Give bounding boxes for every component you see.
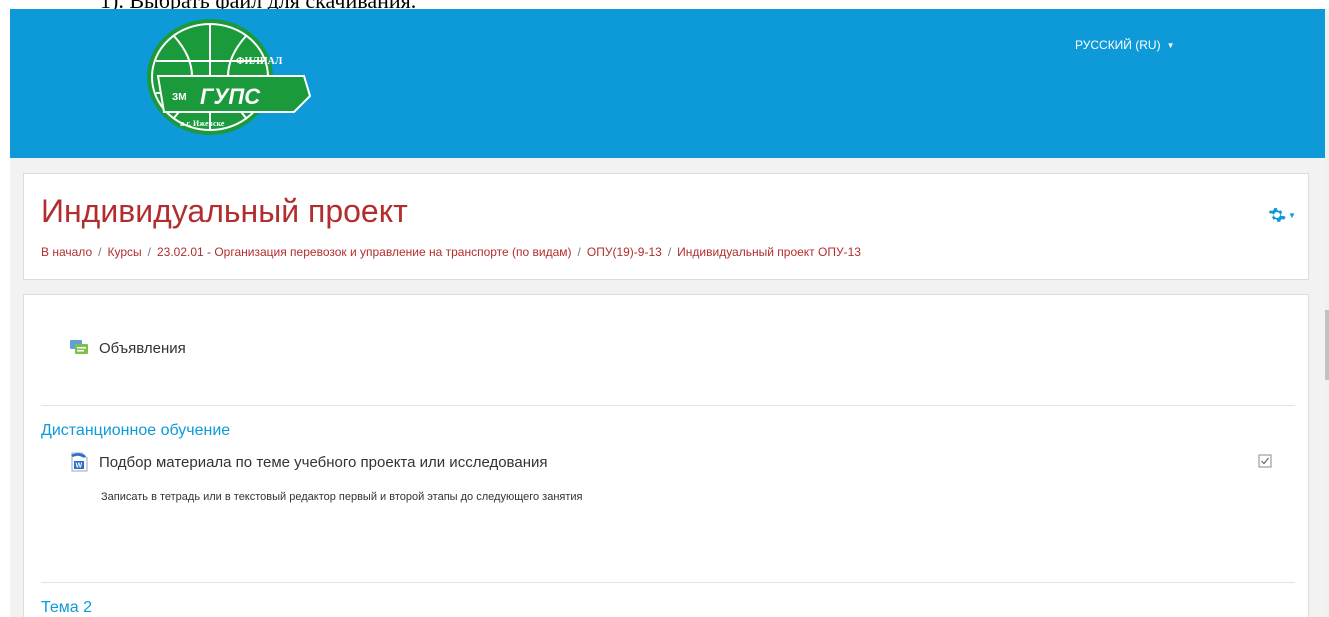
breadcrumb-courses[interactable]: Курсы — [107, 245, 141, 259]
breadcrumb-separator: / — [98, 245, 102, 259]
logo-top-text: ФИЛИАЛ — [236, 56, 283, 67]
chevron-down-icon: ▼ — [1166, 40, 1175, 50]
breadcrumb-separator: / — [577, 245, 581, 259]
activity-label: Подбор материала по теме учебного проект… — [99, 453, 548, 471]
completion-checkbox-icon[interactable] — [1258, 454, 1272, 468]
moodle-page: ФИЛИАЛ ЗМ ГУПС в г. Ижевске РУССКИЙ (RU)… — [10, 9, 1326, 617]
announcements-link[interactable]: Объявления — [69, 339, 186, 357]
logo-badge-text: ЗМ — [172, 92, 187, 103]
navbar: ФИЛИАЛ ЗМ ГУПС в г. Ижевске РУССКИЙ (RU)… — [10, 9, 1326, 158]
chevron-down-icon: ▼ — [1288, 210, 1296, 220]
page-header: Индивидуальный проект В начало / Курсы / 23.… — [23, 173, 1309, 280]
announcements-label: Объявления — [99, 339, 186, 357]
page-title: Индивидуальный проект — [41, 193, 408, 229]
activity-description: Записать в тетрадь или в текстовый редак… — [101, 491, 583, 503]
gear-icon — [1268, 208, 1286, 222]
section-title-distance-learning[interactable]: Дистанционное обучение — [41, 422, 230, 440]
scrollbar-thumb[interactable] — [1325, 310, 1329, 380]
breadcrumb-category[interactable]: 23.02.01 - Организация перевозок и управ… — [157, 245, 572, 259]
activity-link[interactable]: W Подбор материала по теме учебного прое… — [69, 452, 547, 472]
section-divider — [41, 582, 1295, 583]
breadcrumb-separator: / — [667, 245, 672, 259]
section-title-topic-2[interactable]: Тема 2 — [41, 599, 92, 617]
breadcrumb-course[interactable]: Индивидуальный проект ОПУ-13 — [677, 245, 861, 259]
breadcrumb-home[interactable]: В начало — [41, 245, 92, 259]
language-menu[interactable]: РУССКИЙ (RU) ▼ — [1075, 38, 1175, 52]
site-logo[interactable]: ФИЛИАЛ ЗМ ГУПС в г. Ижевске — [144, 16, 314, 138]
section-divider — [41, 405, 1295, 406]
svg-text:W: W — [76, 463, 83, 470]
breadcrumb-group[interactable]: ОПУ(19)-9-13 — [587, 245, 662, 259]
logo-main-text: ГУПС — [200, 84, 261, 109]
forum-icon — [70, 340, 88, 354]
language-label: РУССКИЙ (RU) — [1075, 38, 1161, 52]
breadcrumb-separator: / — [147, 245, 151, 259]
logo-bottom-text: в г. Ижевске — [180, 119, 225, 128]
breadcrumb: В начало / Курсы / 23.02.01 - Организация пе… — [41, 245, 861, 259]
word-document-icon: W — [71, 452, 88, 472]
course-content: Объявления Дистанционное обучение W Подб… — [23, 294, 1309, 617]
settings-menu-button[interactable]: ▼ — [1268, 206, 1296, 224]
